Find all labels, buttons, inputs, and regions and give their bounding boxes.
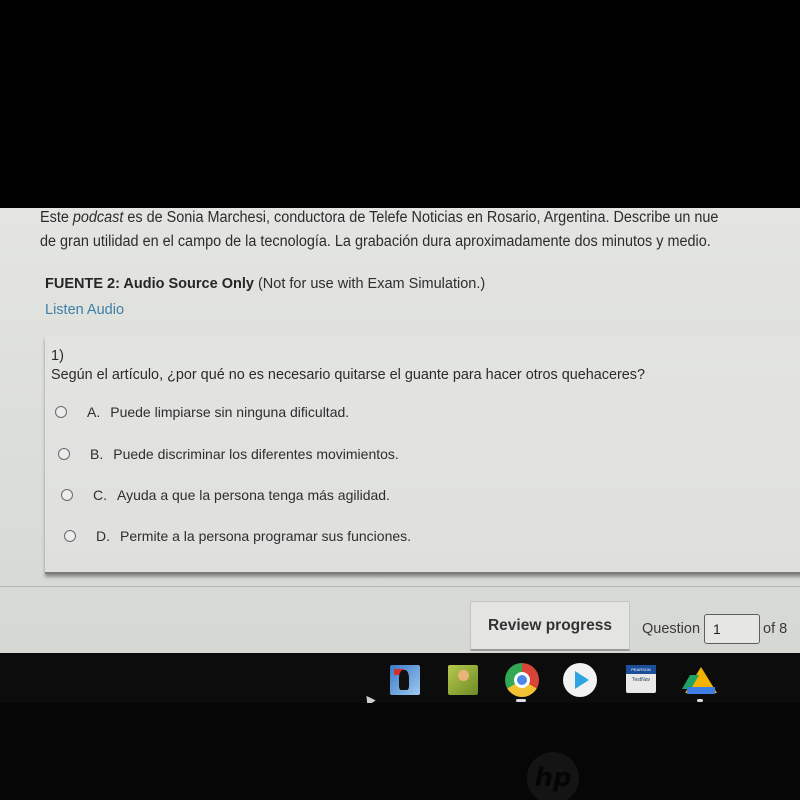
taskbar: PEARSON TestNav — [0, 653, 800, 703]
laptop-bezel — [0, 703, 800, 800]
answer-option-b[interactable]: B. Puede discriminar los diferentes movi… — [58, 446, 399, 462]
chrome-running-indicator — [516, 699, 526, 702]
answer-option-a[interactable]: A. Puede limpiarse sin ninguna dificulta… — [55, 404, 349, 420]
question-card: 1) Según el artículo, ¿por qué no es nec… — [45, 336, 800, 574]
source-intro-text: Este podcast es de Sonia Marchesi, condu… — [40, 208, 747, 254]
source-title: FUENTE 2: Audio Source Only (Not for use… — [45, 276, 486, 292]
google-drive-icon[interactable] — [681, 665, 719, 697]
hp-logo-icon: hp — [527, 752, 579, 800]
question-text: Según el artículo, ¿por qué no es necesa… — [51, 366, 645, 383]
radio-button-icon[interactable] — [61, 489, 73, 501]
listen-audio-link[interactable]: Listen Audio — [45, 302, 124, 318]
superhero-game-icon[interactable] — [390, 665, 420, 695]
footer-divider — [0, 586, 800, 587]
review-progress-button[interactable]: Review progress — [470, 601, 630, 651]
intro-line-1: Este podcast es de Sonia Marchesi, condu… — [40, 209, 719, 226]
radio-button-icon[interactable] — [55, 406, 67, 418]
radio-button-icon[interactable] — [58, 448, 70, 460]
exam-screen: Este podcast es de Sonia Marchesi, condu… — [0, 208, 800, 653]
drive-running-indicator — [697, 699, 703, 702]
answer-option-d[interactable]: D. Permite a la persona programar sus fu… — [64, 528, 411, 544]
adventure-game-icon[interactable] — [448, 665, 478, 695]
question-total: of 8 — [763, 621, 788, 637]
question-number-input[interactable] — [704, 614, 761, 644]
answer-option-c[interactable]: C. Ayuda a que la persona tenga más agil… — [61, 487, 390, 503]
camera-dark-area — [0, 0, 800, 208]
question-navigator: Question of 8 — [642, 614, 787, 644]
question-number: 1) — [51, 348, 64, 364]
question-label: Question — [642, 621, 701, 637]
pearson-testnav-icon[interactable]: PEARSON TestNav — [626, 665, 656, 693]
intro-line-2: de gran utilidad en el campo de la tecno… — [40, 233, 711, 250]
play-store-icon[interactable] — [563, 663, 597, 697]
radio-button-icon[interactable] — [64, 530, 76, 542]
chrome-icon[interactable] — [505, 663, 539, 697]
